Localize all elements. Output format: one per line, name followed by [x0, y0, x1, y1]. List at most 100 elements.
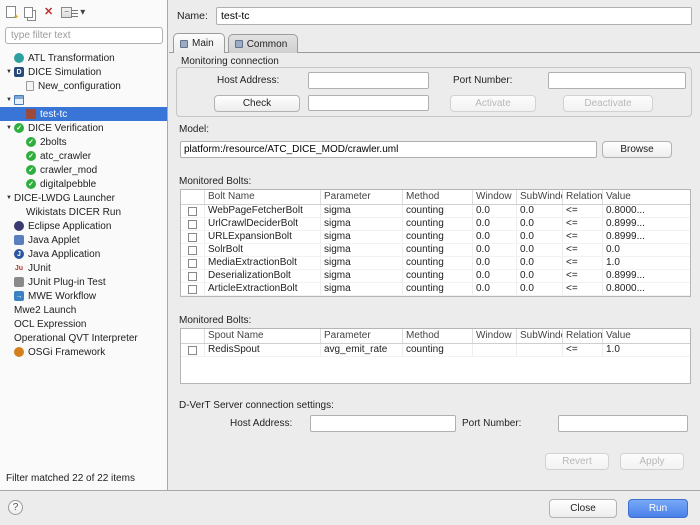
tree-item-ocl-expression[interactable]: OCL Expression: [0, 317, 167, 331]
tree-item-digitalpebble[interactable]: digitalpebble: [0, 177, 167, 191]
table-row[interactable]: URLExpansionBolt sigma counting 0.0 0.0 …: [181, 231, 690, 244]
row-checkbox[interactable]: [188, 346, 197, 355]
tree-item-test-tc[interactable]: test-tc: [0, 107, 167, 121]
tree-item-mwe2-launch[interactable]: Mwe2 Launch: [0, 303, 167, 317]
row-checkbox[interactable]: [188, 259, 197, 268]
tree-item-dice-verification[interactable]: DICE Verification: [0, 121, 167, 135]
spouts-table-title: Monitored Bolts:: [179, 315, 251, 326]
monitor-icon: [14, 95, 24, 105]
view-menu-icon[interactable]: [80, 7, 85, 18]
config-editor-panel: Name: Main Common Monitoring connection …: [169, 0, 700, 490]
tree-item-osgi-framework[interactable]: OSGi Framework: [0, 345, 167, 359]
row-checkbox[interactable]: [188, 207, 197, 216]
filter-input[interactable]: [5, 27, 163, 44]
name-input[interactable]: [216, 7, 692, 25]
sidebar-toolbar: [6, 3, 85, 21]
tree-item-atl-transformation[interactable]: ATL Transformation: [0, 51, 167, 65]
port-number-input[interactable]: [548, 72, 686, 89]
tree-item-wikistats-dicer-run[interactable]: Wikistats DICER Run: [0, 205, 167, 219]
expand-arrow-icon[interactable]: [4, 195, 14, 201]
main-tab-icon: [180, 40, 188, 48]
java-application-icon: [14, 249, 24, 259]
config-tree: ATL Transformation DICE Simulation New_c…: [0, 51, 167, 363]
tree-item-java-application[interactable]: Java Application: [0, 247, 167, 261]
name-label: Name:: [177, 10, 208, 22]
tab-common[interactable]: Common: [228, 34, 299, 53]
tree-item-junit-plugin-test[interactable]: JUnit Plug-in Test: [0, 275, 167, 289]
junit-plugin-icon: [14, 277, 24, 287]
tree-item-operational-qvt-interpreter[interactable]: Operational QVT Interpreter: [0, 331, 167, 345]
spouts-table: Spout Name Parameter Method Window SubWi…: [180, 328, 691, 384]
row-checkbox[interactable]: [188, 285, 197, 294]
dvert-port-input[interactable]: [558, 415, 688, 432]
model-label: Model:: [179, 124, 209, 135]
table-row[interactable]: SolrBolt sigma counting 0.0 0.0 <= 0.0: [181, 244, 690, 257]
row-checkbox[interactable]: [188, 220, 197, 229]
table-row[interactable]: MediaExtractionBolt sigma counting 0.0 0…: [181, 257, 690, 270]
table-row[interactable]: RedisSpout avg_emit_rate counting <= 1.0: [181, 344, 690, 357]
test-config-icon: [26, 109, 36, 119]
mwe-workflow-icon: [14, 291, 24, 301]
deactivate-button[interactable]: Deactivate: [563, 95, 653, 112]
osgi-icon: [14, 347, 24, 357]
model-input[interactable]: [180, 141, 597, 158]
tree-item-mwe-workflow[interactable]: MWE Workflow: [0, 289, 167, 303]
dice-simulation-icon: [14, 67, 24, 77]
tree-item-junit[interactable]: JUnit: [0, 261, 167, 275]
verified-icon: [26, 165, 36, 175]
check-result-input[interactable]: [308, 95, 429, 111]
tree-item-java-applet[interactable]: Java Applet: [0, 233, 167, 247]
bolts-table-title: Monitored Bolts:: [179, 176, 251, 187]
row-checkbox[interactable]: [188, 272, 197, 281]
bolts-table-header: Bolt Name Parameter Method Window SubWin…: [181, 190, 690, 205]
activate-button[interactable]: Activate: [450, 95, 536, 112]
run-button[interactable]: Run: [628, 499, 688, 518]
delete-config-icon[interactable]: [44, 6, 53, 18]
verified-icon: [26, 179, 36, 189]
apply-button[interactable]: Apply: [620, 453, 684, 470]
port-number-label: Port Number:: [453, 75, 512, 86]
table-row[interactable]: ArticleExtractionBolt sigma counting 0.0…: [181, 283, 690, 296]
table-row[interactable]: DeserializationBolt sigma counting 0.0 0…: [181, 270, 690, 283]
tree-item-2bolts[interactable]: 2bolts: [0, 135, 167, 149]
expand-arrow-icon[interactable]: [4, 69, 14, 75]
monitoring-group-title: Monitoring connection: [181, 56, 279, 67]
tab-main[interactable]: Main: [173, 33, 225, 53]
java-applet-icon: [14, 235, 24, 245]
tree-item-atc-crawler[interactable]: atc_crawler: [0, 149, 167, 163]
host-address-label: Host Address:: [217, 75, 279, 86]
tree-item-new-configuration[interactable]: New_configuration: [0, 79, 167, 93]
dvert-host-label: Host Address:: [230, 418, 292, 429]
dvert-host-input[interactable]: [310, 415, 456, 432]
dialog-footer: ? Close Run: [0, 490, 700, 525]
tree-item-dice-lwdg-launcher[interactable]: DICE-LWDG Launcher: [0, 191, 167, 205]
tree-item-monitoring-node[interactable]: [0, 93, 167, 107]
row-checkbox[interactable]: [188, 246, 197, 255]
dvert-settings-title: D-VerT Server connection settings:: [179, 400, 334, 411]
monitoring-group: Host Address: Port Number: Check Activat…: [176, 67, 692, 117]
revert-button[interactable]: Revert: [545, 453, 609, 470]
check-button[interactable]: Check: [214, 95, 300, 112]
help-icon[interactable]: ?: [8, 500, 23, 515]
tree-item-eclipse-application[interactable]: Eclipse Application: [0, 219, 167, 233]
table-row[interactable]: UrlCrawlDeciderBolt sigma counting 0.0 0…: [181, 218, 690, 231]
configuration-icon: [26, 81, 34, 91]
row-checkbox[interactable]: [188, 233, 197, 242]
tree-item-dice-simulation[interactable]: DICE Simulation: [0, 65, 167, 79]
bolts-table: Bolt Name Parameter Method Window SubWin…: [180, 189, 691, 297]
common-tab-icon: [235, 40, 243, 48]
filter-status: Filter matched 22 of 22 items: [6, 473, 135, 484]
close-button[interactable]: Close: [549, 499, 617, 518]
tree-item-crawler-mod[interactable]: crawler_mod: [0, 163, 167, 177]
duplicate-config-icon[interactable]: [24, 7, 33, 18]
new-config-icon[interactable]: [6, 6, 16, 18]
verified-icon: [26, 137, 36, 147]
table-row[interactable]: WebPageFetcherBolt sigma counting 0.0 0.…: [181, 205, 690, 218]
browse-button[interactable]: Browse: [602, 141, 672, 158]
launch-config-sidebar: ATL Transformation DICE Simulation New_c…: [0, 0, 168, 490]
host-address-input[interactable]: [308, 72, 429, 89]
expand-arrow-icon[interactable]: [4, 125, 14, 131]
tab-bar: Main Common: [169, 33, 700, 53]
junit-icon: [14, 263, 24, 273]
expand-arrow-icon[interactable]: [4, 97, 14, 103]
